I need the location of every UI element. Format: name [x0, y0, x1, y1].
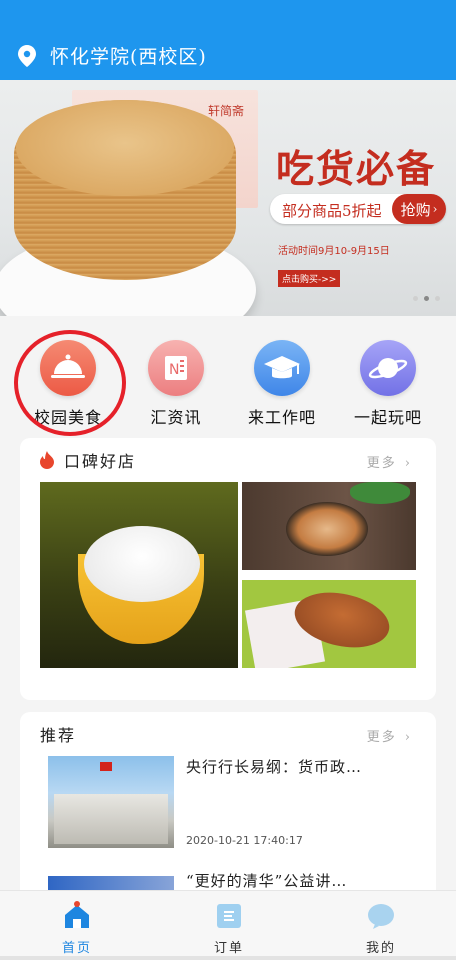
order-icon	[214, 901, 244, 931]
tab-mine[interactable]: 我的	[336, 901, 426, 956]
promo-text: 部分商品5折起	[282, 202, 382, 220]
news-headline: “更好的清华”公益讲…	[186, 872, 348, 890]
category-label: 一起玩吧	[353, 408, 422, 427]
promo-banner[interactable]: 轩简斋 吃货必备 部分商品5折起 抢购 › 活动时间9月10-9月15日 点击购买…	[0, 80, 456, 316]
recommend-header: 推荐	[40, 722, 76, 746]
chevron-right-icon: ›	[404, 730, 412, 745]
building-image	[54, 794, 168, 844]
recommend-card: 推荐 更多 › 央行行长易纲：货币政… 2020-10-21 17:40:17 “…	[20, 712, 436, 912]
garnish-leaf	[350, 482, 410, 504]
category-jobs[interactable]: 来工作吧	[232, 340, 332, 428]
profile-bubble-icon	[366, 901, 396, 931]
planet-icon	[360, 340, 416, 396]
tab-orders[interactable]: 订单	[184, 901, 274, 956]
flame-icon	[40, 451, 54, 469]
category-news[interactable]: N 汇资讯	[126, 340, 226, 428]
flag-icon	[100, 762, 112, 771]
tab-label: 我的	[365, 941, 396, 956]
location-selector[interactable]: 怀化学院(西校区)	[18, 42, 207, 69]
click-buy-link[interactable]: 点击购买->>	[278, 270, 341, 287]
red-highlight-circle	[14, 330, 126, 436]
promo-buy-button[interactable]: 抢购 ›	[392, 194, 446, 224]
promo-time: 活动时间9月10-9月15日	[278, 246, 390, 257]
category-label: 来工作吧	[247, 408, 316, 427]
news-date: 2020-10-21 17:40:17	[186, 834, 303, 847]
popular-header: 口碑好店	[40, 448, 136, 472]
rice-mound	[84, 526, 200, 602]
recommend-more-link[interactable]: 更多 ›	[367, 726, 412, 745]
banner-headline: 吃货必备	[276, 146, 437, 191]
category-label: 汇资讯	[150, 408, 202, 427]
store-image-noodles[interactable]	[242, 482, 416, 570]
chevron-right-icon: ›	[404, 456, 412, 471]
tab-label: 首页	[61, 941, 92, 956]
location-pin-icon	[18, 44, 36, 67]
popular-title: 口碑好店	[64, 452, 137, 471]
carousel-dot-active[interactable]	[424, 296, 429, 301]
carousel-dots	[413, 296, 440, 301]
location-title: 怀化学院(西校区)	[50, 46, 207, 68]
carousel-dot[interactable]	[435, 296, 440, 301]
svg-text:N: N	[169, 362, 179, 378]
bottom-strip	[0, 956, 456, 960]
promo-pill: 部分商品5折起 抢购 ›	[270, 194, 446, 224]
tab-home[interactable]: 首页	[32, 901, 122, 956]
category-play[interactable]: 一起玩吧	[338, 340, 438, 428]
onenote-icon: N	[148, 340, 204, 396]
app-header: 怀化学院(西校区)	[0, 0, 456, 80]
news-headline: 央行行长易纲：货币政…	[186, 758, 363, 776]
noodle-bowl	[286, 502, 368, 556]
store-image-rice[interactable]	[40, 482, 238, 668]
product-box-label: 轩简斋	[207, 104, 244, 118]
recommend-title: 推荐	[40, 726, 77, 745]
news-thumbnail	[48, 756, 174, 848]
graduation-cap-icon	[254, 340, 310, 396]
tab-label: 订单	[213, 941, 244, 956]
pancake-top-image	[16, 100, 234, 196]
popular-more-link[interactable]: 更多 ›	[367, 452, 412, 471]
bottom-tab-bar: 首页 订单 我的	[0, 890, 456, 960]
store-image-bread[interactable]	[242, 580, 416, 668]
carousel-dot[interactable]	[413, 296, 418, 301]
home-icon	[62, 901, 92, 931]
popular-stores-card: 口碑好店 更多 ›	[20, 438, 436, 700]
